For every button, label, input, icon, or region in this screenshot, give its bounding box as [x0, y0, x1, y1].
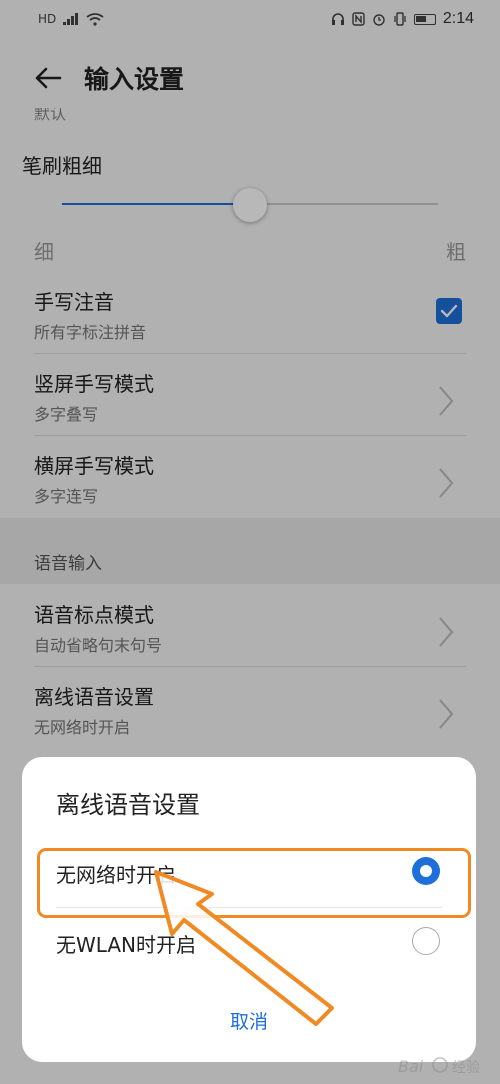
radio-unselected[interactable] — [412, 927, 440, 955]
svg-text:经验: 经验 — [452, 1060, 480, 1076]
dialog-title: 离线语音设置 — [56, 791, 200, 819]
svg-text:Bai: Bai — [398, 1057, 424, 1076]
baidu-watermark-logo: Bai 经验 — [398, 1057, 480, 1076]
annotation-arrow-icon — [154, 870, 334, 1026]
